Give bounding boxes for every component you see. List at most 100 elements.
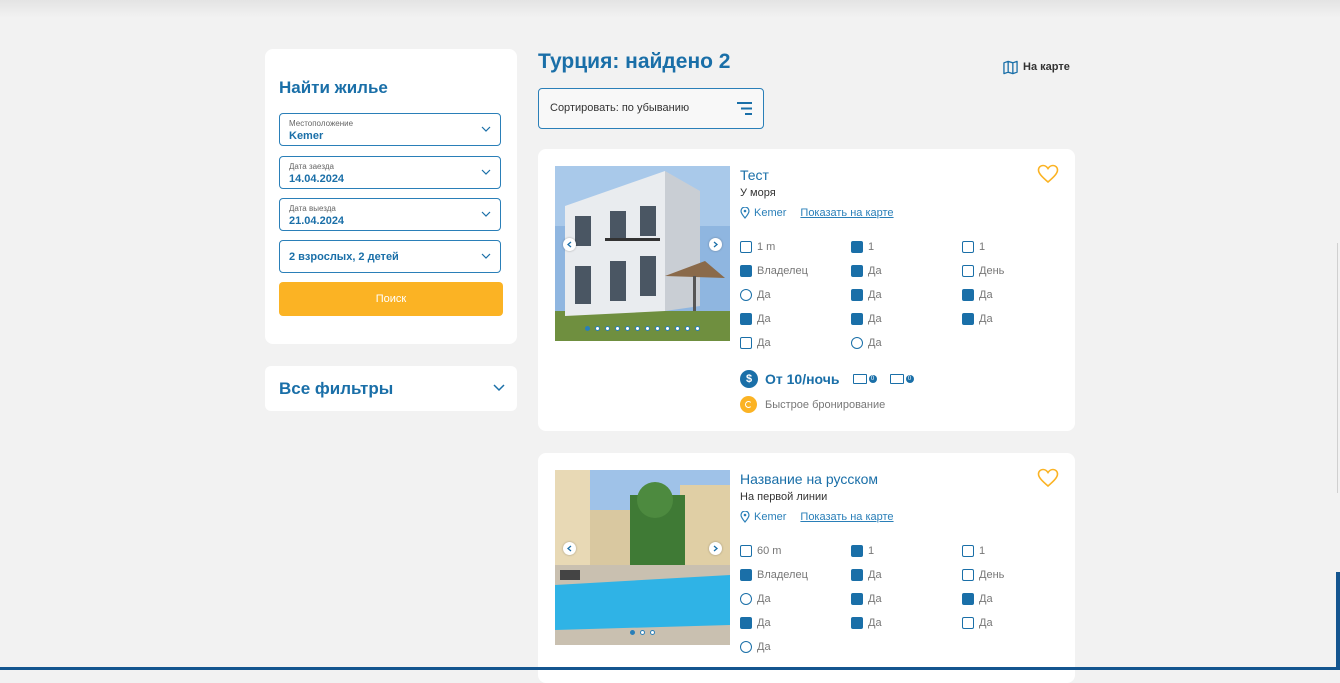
- feature-gift: Да: [962, 313, 993, 325]
- map-view-link[interactable]: На карте: [1003, 59, 1070, 75]
- wifi-icon: [740, 313, 752, 325]
- search-button[interactable]: Поиск: [279, 282, 503, 316]
- results-title: Турция: найдено 2: [538, 50, 731, 73]
- photo-dot[interactable]: [585, 326, 590, 331]
- listing-title[interactable]: Тест: [740, 167, 769, 183]
- feature-pool: Да: [962, 289, 993, 301]
- chevron-down-icon: [481, 211, 491, 217]
- listing-location: Kemer Показать на карте: [740, 511, 894, 523]
- photo-prev-button[interactable]: [563, 238, 576, 251]
- feature-value: Да: [757, 593, 771, 605]
- building-icon: [851, 313, 863, 325]
- location-value: Kemer: [289, 130, 324, 142]
- feature-building: Да: [851, 313, 882, 325]
- checkout-field[interactable]: Дата выезда 21.04.2024: [279, 198, 501, 231]
- listing-photo[interactable]: [555, 166, 730, 341]
- scrollbar-track[interactable]: [1337, 243, 1338, 493]
- photo-dot[interactable]: [595, 326, 600, 331]
- feature-value: 1: [868, 241, 875, 253]
- photo-dots: [555, 326, 730, 331]
- listing-card[interactable]: Название на русском На первой линии Keme…: [538, 453, 1075, 683]
- feature-value: Да: [979, 593, 993, 605]
- checkin-field[interactable]: Дата заезда 14.04.2024: [279, 156, 501, 189]
- feature-value: Владелец: [757, 265, 808, 277]
- feature-value: 1: [979, 241, 986, 253]
- sea-icon: [740, 289, 752, 301]
- card-icon: [852, 374, 867, 384]
- photo-dot[interactable]: [615, 326, 620, 331]
- feature-value: Да: [868, 265, 882, 277]
- card-payment-badge: 0: [852, 374, 877, 384]
- photo-prev-button[interactable]: [563, 542, 576, 555]
- feature-value: Да: [868, 593, 882, 605]
- feature-bedrooms: 1: [962, 545, 985, 557]
- cash-payment-count: 0: [905, 375, 914, 383]
- favorite-heart-icon[interactable]: [1037, 164, 1059, 184]
- sort-label: Сортировать: по убыванию: [550, 102, 690, 114]
- feature-value: Да: [757, 617, 771, 629]
- photo-dot[interactable]: [665, 326, 670, 331]
- feature-sea: Да: [740, 593, 771, 605]
- checkin-label: Дата заезда: [289, 162, 334, 171]
- sort-select[interactable]: Сортировать: по убыванию: [538, 88, 764, 129]
- guests-field[interactable]: 2 взрослых, 2 детей: [279, 240, 501, 273]
- photo-dot[interactable]: [645, 326, 650, 331]
- favorite-heart-icon[interactable]: [1037, 468, 1059, 488]
- wifi-icon: [962, 593, 974, 605]
- feature-value: День: [979, 265, 1005, 277]
- shower-icon: [851, 569, 863, 581]
- photo-next-button[interactable]: [709, 238, 722, 251]
- owner-icon: [740, 569, 752, 581]
- filters-title: Все фильтры: [279, 379, 394, 398]
- listing-photo[interactable]: [555, 470, 730, 645]
- calendar-icon: [962, 265, 974, 277]
- photo-dot[interactable]: [675, 326, 680, 331]
- photo-dot[interactable]: [650, 630, 655, 635]
- feature-value: Да: [979, 289, 993, 301]
- feature-value: Да: [868, 569, 882, 581]
- photo-dot[interactable]: [625, 326, 630, 331]
- cash-icon: [889, 374, 904, 384]
- photo-dot[interactable]: [630, 630, 635, 635]
- sea-icon: [740, 593, 752, 605]
- photo-dot[interactable]: [685, 326, 690, 331]
- checkout-label: Дата выезда: [289, 204, 336, 213]
- guests-value: 2 взрослых, 2 детей: [289, 251, 399, 263]
- feature-owner: Владелец: [740, 265, 808, 277]
- card-payment-count: 0: [868, 375, 877, 383]
- feature-bedrooms: 1: [962, 241, 985, 253]
- listing-location: Kemer Показать на карте: [740, 207, 894, 219]
- feature-value: 1: [868, 545, 875, 557]
- photo-dot[interactable]: [635, 326, 640, 331]
- chevron-down-icon: [493, 384, 505, 392]
- guests-icon: [851, 241, 863, 253]
- feature-pool: Да: [851, 593, 882, 605]
- photo-dot[interactable]: [640, 630, 645, 635]
- bedrooms-icon: [962, 545, 974, 557]
- photo-dot[interactable]: [655, 326, 660, 331]
- listing-price: $ От 10/ночь 0 0: [740, 370, 914, 388]
- photo-dot[interactable]: [695, 326, 700, 331]
- feature-value: Да: [868, 617, 882, 629]
- area-icon: [740, 545, 752, 557]
- show-on-map-link[interactable]: Показать на карте: [800, 511, 893, 523]
- feature-value: Да: [979, 313, 993, 325]
- photo-next-button[interactable]: [709, 542, 722, 555]
- show-on-map-link[interactable]: Показать на карте: [800, 207, 893, 219]
- feature-calendar: День: [962, 265, 1004, 277]
- search-panel: Найти жилье Местоположение Kemer Дата за…: [265, 49, 517, 344]
- chevron-down-icon: [481, 253, 491, 259]
- all-filters-toggle[interactable]: Все фильтры: [265, 366, 517, 411]
- feature-guests: 1: [851, 241, 874, 253]
- listing-subtitle: На первой линии: [740, 491, 828, 503]
- gift-icon: [851, 617, 863, 629]
- photo-dot[interactable]: [605, 326, 610, 331]
- listing-title[interactable]: Название на русском: [740, 471, 878, 487]
- feature-guests: 1: [851, 545, 874, 557]
- feature-shower: Да: [851, 569, 882, 581]
- listing-card[interactable]: Тест У моря Kemer Показать на карте 1 m 1…: [538, 149, 1075, 431]
- cash-payment-badge: 0: [889, 374, 914, 384]
- side-tab[interactable]: [1336, 572, 1340, 667]
- location-pin-icon: [740, 511, 750, 523]
- location-field[interactable]: Местоположение Kemer: [279, 113, 501, 146]
